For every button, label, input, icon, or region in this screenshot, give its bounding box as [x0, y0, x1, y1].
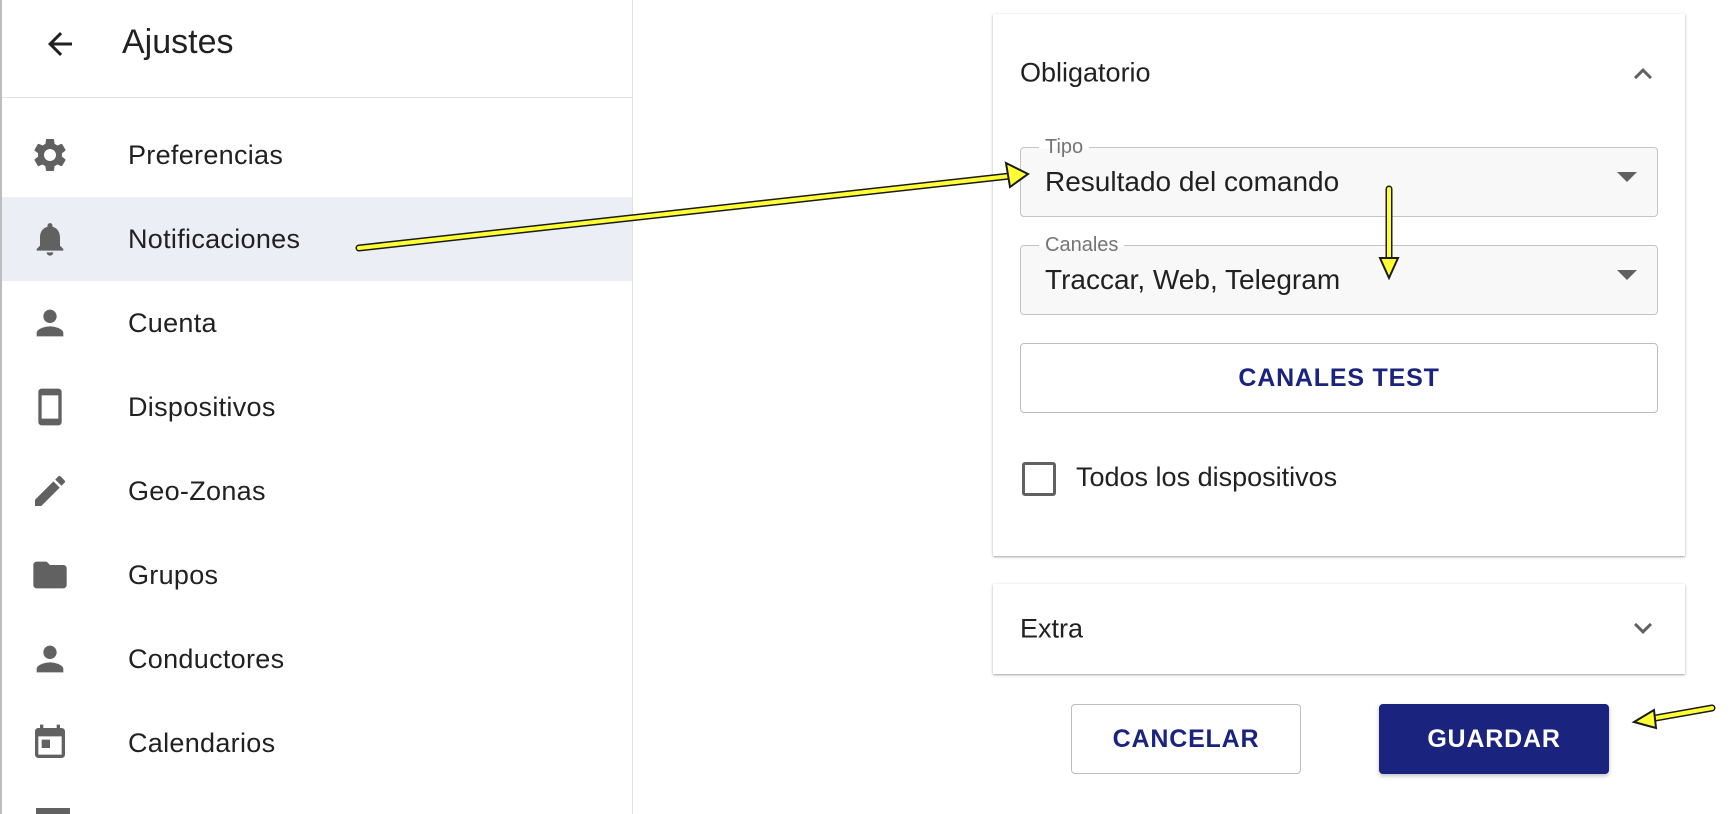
test-channels-button[interactable]: CANALES TEST: [1020, 343, 1658, 413]
section-title: Obligatorio: [1020, 57, 1151, 88]
sidebar-item-label: Dispositivos: [128, 392, 276, 422]
sidebar-item-preferencias[interactable]: Preferencias: [2, 113, 632, 197]
annotation-arrow-to-save: [1631, 704, 1716, 730]
required-section-header[interactable]: Obligatorio: [993, 14, 1685, 104]
arrow-back-icon: [48, 32, 72, 56]
channels-value: Traccar, Web, Telegram: [1045, 264, 1341, 295]
person-icon: [30, 303, 70, 343]
all-devices-checkbox[interactable]: [1022, 462, 1056, 496]
sidebar-item-partial: [36, 808, 70, 814]
smartphone-icon: [30, 387, 70, 427]
sidebar-item-notificaciones[interactable]: Notificaciones: [2, 197, 632, 281]
sidebar-item-label: Conductores: [128, 644, 285, 674]
sidebar-item-grupos[interactable]: Grupos: [2, 533, 632, 617]
sidebar-item-label: Geo-Zonas: [128, 476, 266, 506]
sidebar-item-label: Notificaciones: [128, 224, 301, 254]
top-bar: Ajustes: [2, 0, 632, 98]
channels-label: Canales: [1039, 234, 1125, 257]
sidebar: Ajustes Preferencias Notificaciones Cuen…: [2, 0, 633, 814]
person-icon: [30, 639, 70, 679]
bell-icon: [30, 219, 70, 259]
pencil-icon: [30, 471, 70, 511]
chevron-down-icon: [1634, 622, 1652, 634]
sidebar-item-label: Cuenta: [128, 308, 217, 338]
sidebar-item-label: Grupos: [128, 560, 219, 590]
all-devices-label: Todos los dispositivos: [1076, 462, 1338, 492]
type-select[interactable]: Tipo Resultado del comando: [1020, 136, 1658, 217]
channels-select[interactable]: Canales Traccar, Web, Telegram: [1020, 234, 1658, 315]
all-devices-checkbox-row[interactable]: Todos los dispositivos: [1020, 460, 1520, 500]
extra-section: Extra: [993, 584, 1685, 674]
section-title: Extra: [1020, 613, 1084, 644]
type-label: Tipo: [1039, 136, 1090, 159]
sidebar-item-conductores[interactable]: Conductores: [2, 617, 632, 701]
dropdown-arrow-icon: [1617, 270, 1637, 280]
extra-section-header[interactable]: Extra: [993, 584, 1685, 674]
sidebar-item-label: Calendarios: [128, 728, 276, 758]
folder-icon: [30, 555, 70, 595]
calendar-icon: [30, 723, 70, 763]
page-title: Ajustes: [122, 23, 234, 61]
type-value: Resultado del comando: [1045, 166, 1340, 197]
cancel-button[interactable]: CANCELAR: [1071, 704, 1301, 774]
sidebar-item-cuenta[interactable]: Cuenta: [2, 281, 632, 365]
save-button[interactable]: GUARDAR: [1379, 704, 1609, 774]
sidebar-item-dispositivos[interactable]: Dispositivos: [2, 365, 632, 449]
back-button[interactable]: [40, 24, 80, 64]
sidebar-item-calendarios[interactable]: Calendarios: [2, 701, 632, 785]
sidebar-item-label: Preferencias: [128, 140, 284, 170]
gear-icon: [30, 135, 70, 175]
required-section: Obligatorio Tipo Resultado del comando C…: [993, 14, 1685, 556]
sidebar-item-geo-zonas[interactable]: Geo-Zonas: [2, 449, 632, 533]
chevron-up-icon: [1634, 68, 1652, 80]
dropdown-arrow-icon: [1617, 172, 1637, 182]
